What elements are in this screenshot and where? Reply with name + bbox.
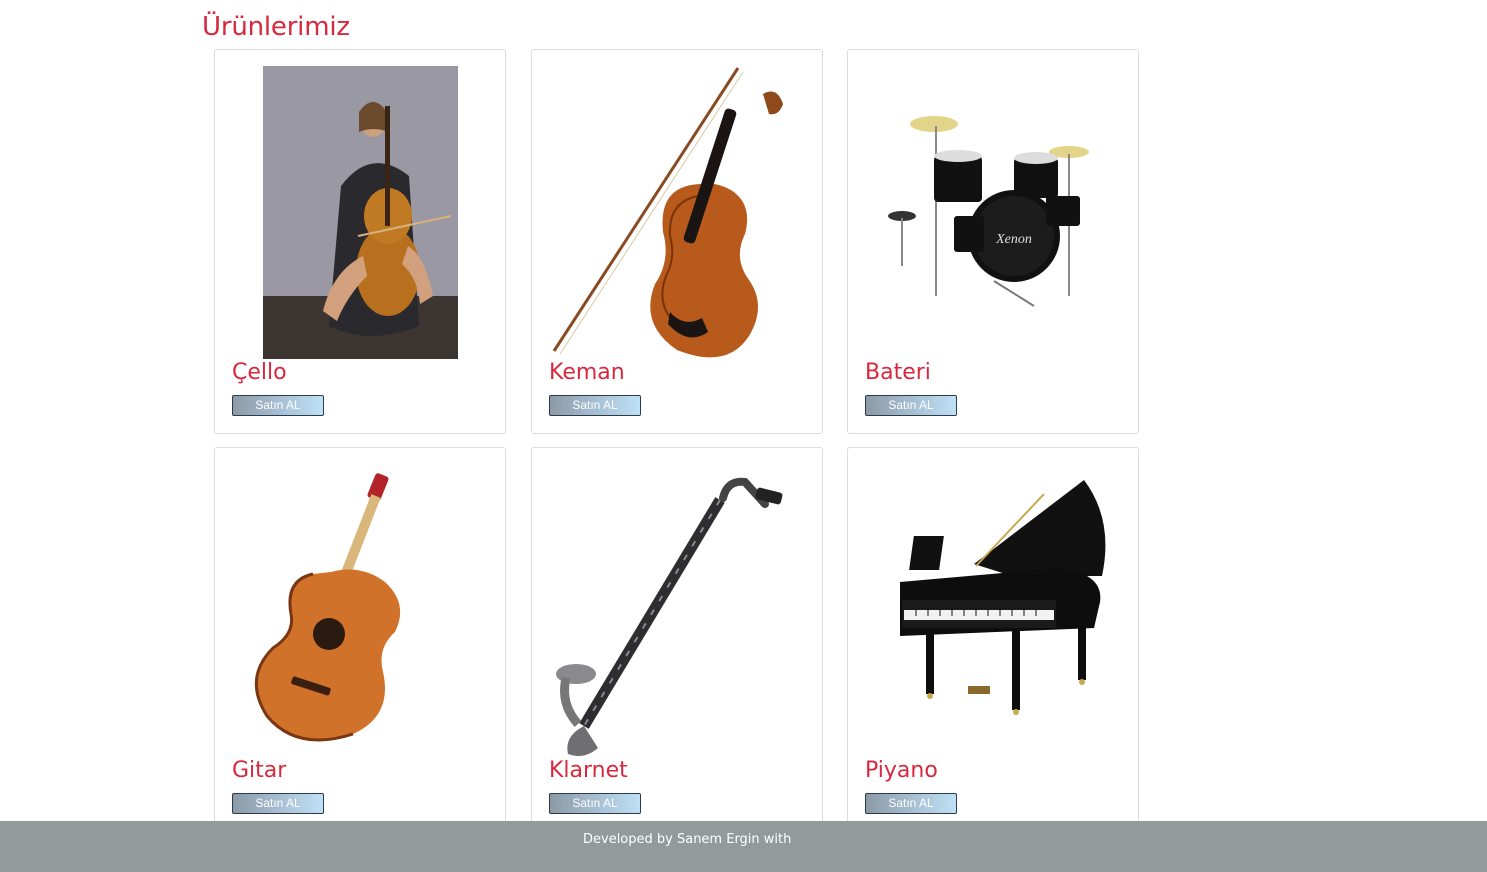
page-title: Ürünlerimiz [202,12,350,42]
product-image-violin [548,66,806,359]
product-name: Klarnet [549,758,628,783]
product-card-violin: Keman Satın AL [531,49,823,434]
product-image-piano [864,464,1122,757]
product-card-drums: Xenon Bateri Satın AL [847,49,1139,434]
product-image-guitar [231,464,489,757]
buy-button[interactable]: Satın AL [865,395,957,416]
product-name: Çello [232,360,287,385]
buy-button[interactable]: Satın AL [865,793,957,814]
product-image-clarinet [548,464,806,757]
product-image-drums: Xenon [864,66,1122,359]
buy-button[interactable]: Satın AL [549,793,641,814]
buy-button[interactable]: Satın AL [232,793,324,814]
product-name: Bateri [865,360,931,385]
product-name: Gitar [232,758,287,783]
svg-text:Xenon: Xenon [995,232,1032,247]
product-card-guitar: Gitar Satın AL [214,447,506,832]
buy-button[interactable]: Satın AL [549,395,641,416]
product-card-cello: Çello Satın AL [214,49,506,434]
footer: Developed by Sanem Ergin with [0,821,1487,872]
product-card-clarinet: Klarnet Satın AL [531,447,823,832]
product-name: Piyano [865,758,938,783]
footer-credit: Developed by Sanem Ergin with [583,832,792,847]
product-card-piano: Piyano Satın AL [847,447,1139,832]
product-image-cello [231,66,489,359]
product-name: Keman [549,360,625,385]
buy-button[interactable]: Satın AL [232,395,324,416]
